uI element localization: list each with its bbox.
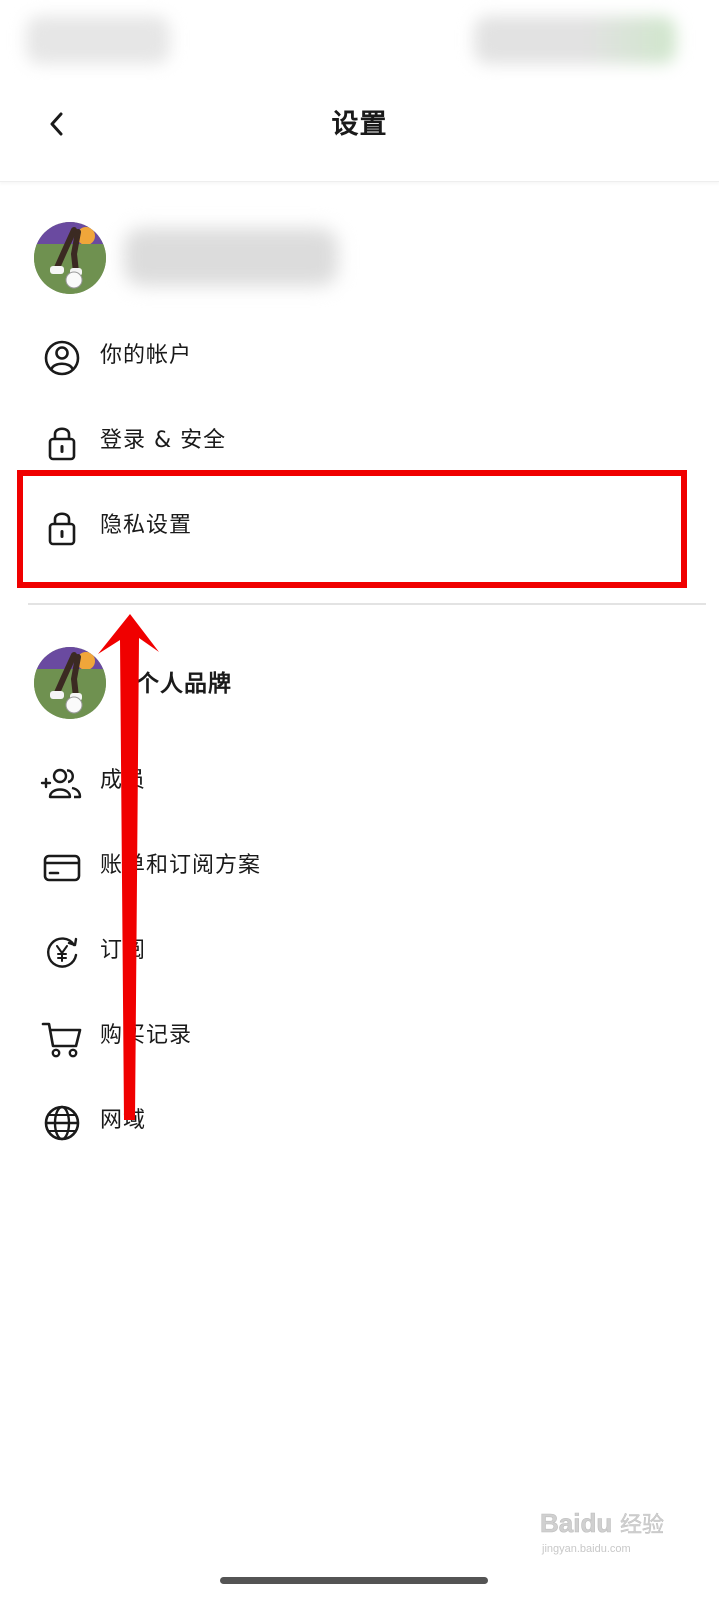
- menu-item-label: 购买记录: [100, 1023, 193, 1048]
- menu-item-label: 网域: [100, 1108, 147, 1133]
- home-indicator[interactable]: [220, 1577, 488, 1584]
- header: 设置: [0, 80, 719, 182]
- profile-name-blurred: [124, 228, 338, 286]
- watermark: Baidu 经验 jingyan.baidu.com: [538, 1488, 678, 1560]
- menu-item-label: 成员: [100, 768, 147, 793]
- menu-item-subscription[interactable]: 订阅: [0, 911, 719, 991]
- watermark-subtitle: 经验: [620, 1513, 664, 1538]
- chevron-left-icon: [50, 112, 63, 136]
- section-divider: [28, 603, 706, 605]
- menu-item-label: 账单和订阅方案: [100, 853, 262, 878]
- brand-avatar[interactable]: [34, 647, 106, 719]
- user-circle-icon: [40, 336, 84, 380]
- status-time-blurred: [26, 16, 170, 64]
- credit-card-icon: [40, 846, 84, 890]
- avatar[interactable]: [34, 222, 106, 294]
- menu-item-label: 隐私设置: [100, 513, 193, 538]
- add-member-icon: [40, 761, 84, 805]
- status-indicators-blurred: [474, 16, 676, 64]
- globe-icon: [40, 1101, 84, 1145]
- lock-icon: [40, 421, 84, 465]
- page-title: 设置: [331, 109, 388, 140]
- back-button[interactable]: [36, 102, 80, 146]
- menu-item-privacy-settings[interactable]: 隐私设置: [0, 486, 719, 566]
- status-bar: [0, 0, 719, 80]
- menu-item-billing[interactable]: 账单和订阅方案: [0, 826, 719, 906]
- menu-item-label: 你的帐户: [100, 343, 193, 368]
- menu-item-domains[interactable]: 网域: [0, 1081, 719, 1161]
- menu-item-account[interactable]: 你的帐户: [0, 316, 719, 396]
- menu-item-label: 登录 & 安全: [100, 428, 227, 453]
- menu-item-purchase-history[interactable]: 购买记录: [0, 996, 719, 1076]
- shopping-cart-icon: [40, 1016, 84, 1060]
- brand-section-title: 个人品牌: [136, 671, 232, 697]
- watermark-domain: jingyan.baidu.com: [541, 1543, 631, 1555]
- watermark-brand: Baidu: [540, 1508, 612, 1538]
- menu-item-label: 订阅: [100, 938, 147, 963]
- lock-icon: [40, 506, 84, 550]
- yen-subscription-icon: [40, 931, 84, 975]
- menu-item-login-security[interactable]: 登录 & 安全: [0, 401, 719, 481]
- menu-item-members[interactable]: 成员: [0, 741, 719, 821]
